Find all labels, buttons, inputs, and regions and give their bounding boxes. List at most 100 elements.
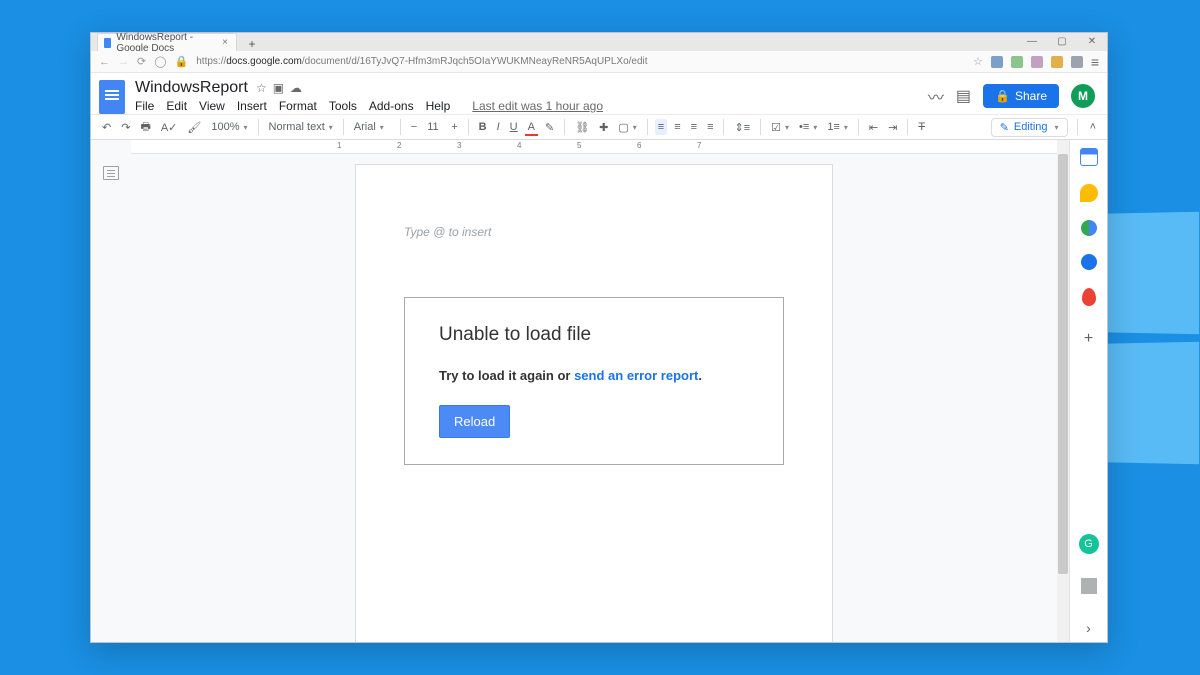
bulleted-list-button[interactable]: •≡▾	[796, 119, 820, 135]
activity-icon[interactable]: 〰	[928, 84, 944, 108]
increase-font-button[interactable]: +	[448, 119, 460, 135]
error-report-link[interactable]: send an error report	[574, 368, 698, 383]
decrease-font-button[interactable]: −	[408, 119, 420, 135]
menu-edit[interactable]: Edit	[166, 99, 187, 113]
minimize-button[interactable]: —	[1017, 33, 1047, 51]
lock-icon: 🔒	[995, 89, 1010, 103]
menu-view[interactable]: View	[199, 99, 225, 113]
extension-icon[interactable]	[1051, 56, 1063, 68]
menu-help[interactable]: Help	[426, 99, 451, 113]
browser-window: WindowsReport - Google Docs × + — ▢ ✕ ← …	[90, 32, 1108, 643]
close-window-button[interactable]: ✕	[1077, 33, 1107, 51]
shield-icon[interactable]: ◯	[154, 55, 166, 68]
scroll-thumb[interactable]	[1058, 154, 1068, 574]
print-button[interactable]: 🖶	[137, 116, 153, 139]
redo-button[interactable]: ↷	[118, 119, 133, 136]
last-edit-link[interactable]: Last edit was 1 hour ago	[472, 99, 603, 113]
document-area: 1 2 3 4 5 6 7 Type @ to insert Unable to…	[131, 140, 1057, 642]
cloud-status-icon[interactable]: ☁	[290, 81, 302, 95]
document-outline-button[interactable]	[103, 166, 119, 180]
back-button[interactable]: ←	[99, 56, 110, 68]
checklist-button[interactable]: ☑▾	[768, 119, 792, 136]
editing-mode-dropdown[interactable]: ✎ Editing ▾	[991, 118, 1068, 137]
vertical-scrollbar[interactable]	[1057, 140, 1069, 642]
underline-button[interactable]: U	[507, 119, 521, 135]
collapse-toolbar-button[interactable]: ˄	[1087, 119, 1099, 135]
bookmark-star-icon[interactable]: ☆	[973, 55, 983, 68]
hide-sidepanel-button[interactable]: ›	[1086, 620, 1091, 636]
menu-addons[interactable]: Add-ons	[369, 99, 414, 113]
decrease-indent-button[interactable]: ⇤	[866, 119, 881, 136]
increase-indent-button[interactable]: ⇥	[885, 119, 900, 136]
reload-button[interactable]: Reload	[439, 405, 510, 438]
keep-icon[interactable]	[1080, 184, 1098, 202]
contacts-icon[interactable]	[1081, 254, 1097, 270]
insert-image-button[interactable]: ▢▾	[615, 119, 639, 136]
zoom-dropdown[interactable]: 100%▾	[208, 121, 250, 133]
paragraph-style-dropdown[interactable]: Normal text▾	[266, 119, 336, 135]
docs-favicon-icon	[104, 38, 111, 48]
window-controls: — ▢ ✕	[1017, 33, 1107, 51]
menu-insert[interactable]: Insert	[237, 99, 267, 113]
undo-button[interactable]: ↶	[99, 119, 114, 136]
align-justify-button[interactable]: ≡	[704, 119, 716, 135]
font-size-input[interactable]: 11	[424, 119, 444, 135]
browser-menu-button[interactable]: ≡	[1091, 54, 1099, 70]
text-color-button[interactable]: A	[525, 119, 538, 135]
pencil-icon: ✎	[1000, 121, 1009, 134]
spellcheck-button[interactable]: A✓	[158, 119, 181, 136]
maps-icon[interactable]	[1082, 288, 1096, 306]
explore-button[interactable]	[1081, 578, 1097, 594]
extension-icon[interactable]	[991, 56, 1003, 68]
reload-page-button[interactable]: ⟳	[137, 55, 146, 68]
extension-icon[interactable]	[1071, 56, 1083, 68]
new-tab-button[interactable]: +	[243, 37, 261, 51]
add-comment-button[interactable]: ✚	[596, 119, 611, 136]
get-addons-button[interactable]: +	[1084, 330, 1093, 348]
extension-icon[interactable]	[1011, 56, 1023, 68]
account-avatar[interactable]: M	[1071, 84, 1095, 108]
forward-button[interactable]: →	[118, 56, 129, 68]
url-bar: ← → ⟳ ◯ 🔒 https://docs.google.com/docume…	[91, 51, 1107, 73]
insert-link-button[interactable]: ⛓	[572, 119, 592, 136]
comments-icon[interactable]: ▤	[956, 86, 971, 106]
formatting-toolbar: ↶ ↷ 🖶 A✓ 🖌 100%▾ Normal text▾ Arial▾ − 1…	[91, 114, 1107, 140]
menu-format[interactable]: Format	[279, 99, 317, 113]
document-page[interactable]: Type @ to insert Unable to load file Try…	[355, 164, 833, 642]
menu-file[interactable]: File	[135, 99, 154, 113]
url-field[interactable]: https://docs.google.com/document/d/16TyJ…	[196, 56, 965, 67]
maximize-button[interactable]: ▢	[1047, 33, 1077, 51]
share-button[interactable]: 🔒 Share	[983, 84, 1059, 108]
menu-bar: File Edit View Insert Format Tools Add-o…	[135, 99, 603, 113]
google-docs-logo-icon[interactable]	[99, 80, 125, 114]
align-right-button[interactable]: ≡	[688, 119, 700, 135]
document-title[interactable]: WindowsReport	[135, 79, 248, 97]
calendar-icon[interactable]	[1080, 148, 1098, 166]
clear-formatting-button[interactable]: T	[915, 119, 928, 135]
error-dialog: Unable to load file Try to load it again…	[404, 297, 784, 465]
lock-icon: 🔒	[175, 55, 189, 68]
highlight-button[interactable]: ✎	[542, 119, 557, 136]
font-dropdown[interactable]: Arial▾	[351, 119, 393, 135]
error-message: Try to load it again or send an error re…	[439, 368, 749, 383]
menu-tools[interactable]: Tools	[329, 99, 357, 113]
align-center-button[interactable]: ≡	[671, 119, 683, 135]
paint-format-button[interactable]: 🖌	[184, 119, 204, 136]
bold-button[interactable]: B	[476, 119, 490, 135]
align-left-button[interactable]: ≡	[655, 119, 667, 135]
star-document-icon[interactable]: ☆	[256, 81, 267, 95]
line-spacing-button[interactable]: ⇕≡	[731, 119, 753, 136]
horizontal-ruler[interactable]: 1 2 3 4 5 6 7	[131, 140, 1057, 154]
italic-button[interactable]: I	[494, 119, 503, 135]
error-title: Unable to load file	[439, 324, 749, 346]
side-panel: + G ›	[1069, 140, 1107, 642]
close-tab-icon[interactable]: ×	[222, 37, 228, 48]
extension-icon[interactable]	[1031, 56, 1043, 68]
tasks-icon[interactable]	[1081, 220, 1097, 236]
docs-header: WindowsReport ☆ ▣ ☁ File Edit View Inser…	[91, 73, 1107, 114]
move-document-icon[interactable]: ▣	[273, 81, 284, 95]
numbered-list-button[interactable]: 1≡▾	[824, 119, 851, 135]
left-gutter	[91, 140, 131, 642]
browser-tab[interactable]: WindowsReport - Google Docs ×	[97, 33, 237, 51]
grammarly-icon[interactable]: G	[1079, 534, 1099, 554]
